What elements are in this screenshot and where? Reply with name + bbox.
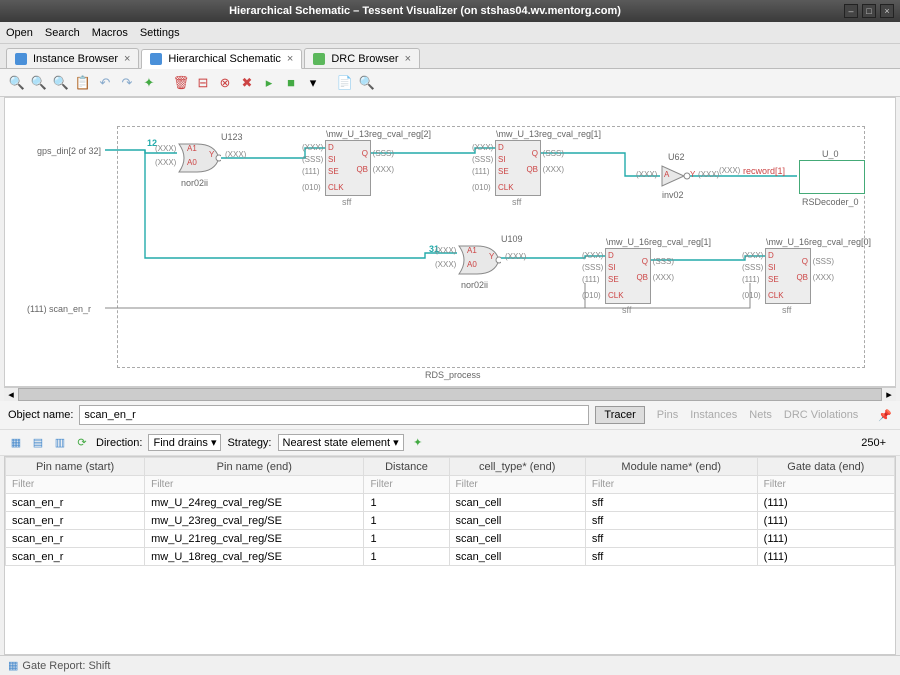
gate-u109[interactable]: U109 nor02ii (XXX) (XXX) A1 A0 Y (XXX) [457, 244, 501, 279]
maximize-button[interactable]: □ [862, 4, 876, 18]
nets-button[interactable]: Nets [749, 409, 772, 421]
pin-icon[interactable]: 📌 [878, 409, 892, 422]
close-button[interactable]: × [880, 4, 894, 18]
tab-hierarchical-schematic[interactable]: Hierarchical Schematic × [141, 49, 302, 69]
zoom-in-icon[interactable]: 🔍 [8, 74, 26, 92]
table-row[interactable]: scan_en_rmw_U_18reg_cval_reg/SE1scan_cel… [6, 548, 895, 566]
tab-close-icon[interactable]: × [124, 53, 130, 65]
status-text: Gate Report: Shift [22, 660, 110, 672]
filter-input[interactable]: Filter [449, 476, 585, 494]
decoder-block[interactable]: U_0 RSDecoder_0 [799, 160, 865, 194]
ff-mw-u16-1[interactable]: \mw_U_16reg_cval_reg[1] sff D SI SE CLK … [605, 248, 651, 304]
pins-button[interactable]: Pins [657, 409, 678, 421]
table-row[interactable]: scan_en_rmw_U_23reg_cval_reg/SE1scan_cel… [6, 512, 895, 530]
filter-input[interactable]: Filter [6, 476, 145, 494]
ff-mw-u13-2[interactable]: \mw_U_13reg_cval_reg[2] sff D SI SE CLK … [325, 140, 371, 196]
remove-net-icon[interactable]: ⊗ [216, 74, 234, 92]
menu-bar: Open Search Macros Settings [0, 22, 900, 44]
gate-report-icon: ▦ [8, 659, 18, 672]
gate-u123[interactable]: U123 nor02ii (XXX) (XXX) A1 A0 Y (XXX) [177, 142, 221, 177]
tracer-button[interactable]: Tracer [595, 406, 644, 424]
tab-close-icon[interactable]: × [405, 53, 411, 65]
table-row[interactable]: scan_en_rmw_U_24reg_cval_reg/SE1scan_cel… [6, 494, 895, 512]
dropdown-icon[interactable]: ▾ [304, 74, 322, 92]
instance-icon [15, 53, 27, 65]
drc-icon [313, 53, 325, 65]
filter-row: Filter Filter Filter Filter Filter Filte… [6, 476, 895, 494]
col-pin-end[interactable]: Pin name (end) [145, 458, 364, 476]
export-icon[interactable]: 📄 [336, 74, 354, 92]
direction-label: Direction: [96, 437, 142, 449]
schematic-canvas[interactable]: RDS_process gps_din[2 of 32] scan_en_r (… [4, 97, 896, 387]
schematic-toolbar: 🔍 🔍 🔍 📋 ↶ ↷ ✦ 🗑 ⊟ ⊗ ✖ ▸ ■ ▾ 📄 🔍 [0, 69, 900, 97]
tab-label: Instance Browser [33, 53, 118, 65]
refresh-icon[interactable]: ⟳ [74, 435, 90, 451]
col-celltype[interactable]: cell_type* (end) [449, 458, 585, 476]
window-titlebar: Hierarchical Schematic – Tessent Visuali… [0, 0, 900, 22]
expand-icon[interactable]: ▸ [260, 74, 278, 92]
direction-row: ▦ ▤ ▥ ⟳ Direction: Find drains ▾ Strateg… [0, 430, 900, 456]
strategy-label: Strategy: [227, 437, 271, 449]
zoom-out-icon[interactable]: 🔍 [30, 74, 48, 92]
refresh-icon[interactable]: ✦ [140, 74, 158, 92]
strategy-select[interactable]: Nearest state element ▾ [278, 434, 404, 451]
col-module[interactable]: Module name* (end) [585, 458, 757, 476]
object-row: Object name: Tracer Pins Instances Nets … [0, 401, 900, 430]
recword-label: recword[1] [743, 166, 785, 176]
menu-search[interactable]: Search [45, 27, 80, 39]
window-title: Hierarchical Schematic – Tessent Visuali… [6, 5, 844, 17]
wires [5, 98, 896, 387]
ff-mw-u13-1[interactable]: \mw_U_13reg_cval_reg[1] sff D SI SE CLK … [495, 140, 541, 196]
menu-open[interactable]: Open [6, 27, 33, 39]
filter-input[interactable]: Filter [364, 476, 449, 494]
minimize-button[interactable]: – [844, 4, 858, 18]
filter-input[interactable]: Filter [145, 476, 364, 494]
col-pin-start[interactable]: Pin name (start) [6, 458, 145, 476]
col-distance[interactable]: Distance [364, 458, 449, 476]
instances-button[interactable]: Instances [690, 409, 737, 421]
menu-settings[interactable]: Settings [140, 27, 180, 39]
tab-label: DRC Browser [331, 53, 398, 65]
table-header: Pin name (start) Pin name (end) Distance… [6, 458, 895, 476]
filter-input[interactable]: Filter [757, 476, 894, 494]
status-bar: ▦ Gate Report: Shift [0, 655, 900, 675]
direction-select[interactable]: Find drains ▾ [148, 434, 221, 451]
tab-label: Hierarchical Schematic [168, 53, 280, 65]
result-count: 250+ [861, 437, 892, 449]
col-gatedata[interactable]: Gate data (end) [757, 458, 894, 476]
copy-icon[interactable]: 📋 [74, 74, 92, 92]
zoom-fit-icon[interactable]: 🔍 [52, 74, 70, 92]
drc-violations-button[interactable]: DRC Violations [784, 409, 858, 421]
undo-icon[interactable]: ↶ [96, 74, 114, 92]
delete-icon[interactable]: 🗑 [172, 74, 190, 92]
tabs: Instance Browser × Hierarchical Schemati… [0, 44, 900, 69]
table-row[interactable]: scan_en_rmw_U_21reg_cval_reg/SE1scan_cel… [6, 530, 895, 548]
gate-u62[interactable]: U62 inv02 (XXX) A Y (XXX) [660, 164, 690, 191]
tool-icon-3[interactable]: ▥ [52, 435, 68, 451]
tab-instance-browser[interactable]: Instance Browser × [6, 48, 139, 68]
schematic-icon [150, 53, 162, 65]
results-table: Pin name (start) Pin name (end) Distance… [4, 456, 896, 655]
object-name-input[interactable] [79, 405, 589, 425]
tool-icon-2[interactable]: ▤ [30, 435, 46, 451]
remove-instance-icon[interactable]: ⊟ [194, 74, 212, 92]
filter-input[interactable]: Filter [585, 476, 757, 494]
object-name-label: Object name: [8, 409, 73, 421]
clear-icon[interactable]: ✖ [238, 74, 256, 92]
search-icon[interactable]: 🔍 [358, 74, 376, 92]
tab-close-icon[interactable]: × [287, 53, 293, 65]
menu-macros[interactable]: Macros [92, 27, 128, 39]
redo-icon[interactable]: ↷ [118, 74, 136, 92]
canvas-hscroll[interactable]: ◂ ▸ [4, 387, 896, 401]
run-icon[interactable]: ✦ [410, 435, 426, 451]
ff-mw-u16-0[interactable]: \mw_U_16reg_cval_reg[0] sff D SI SE CLK … [765, 248, 811, 304]
tab-drc-browser[interactable]: DRC Browser × [304, 48, 420, 68]
tool-icon-1[interactable]: ▦ [8, 435, 24, 451]
highlight-icon[interactable]: ■ [282, 74, 300, 92]
